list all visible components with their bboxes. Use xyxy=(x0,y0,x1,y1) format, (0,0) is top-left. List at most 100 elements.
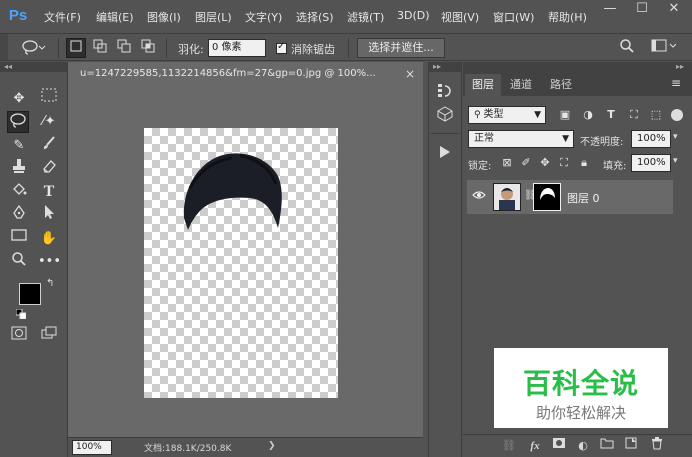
zoom-field[interactable]: 100% xyxy=(72,440,112,455)
eraser-tool-icon[interactable] xyxy=(38,158,60,180)
lock-artboard-icon[interactable]: ⛶ xyxy=(555,154,573,172)
antialias-checkbox[interactable] xyxy=(276,41,287,54)
fx-icon[interactable]: fx xyxy=(525,437,545,455)
new-layer-icon[interactable] xyxy=(621,437,641,455)
link-layers-icon[interactable]: ⛓ xyxy=(499,437,519,455)
layer-name[interactable]: 图层 0 xyxy=(567,190,600,206)
menu-filter[interactable]: 滤镜(T) xyxy=(347,9,384,25)
lock-transparent-icon[interactable]: ⊠ xyxy=(498,154,516,172)
new-selection-icon[interactable] xyxy=(66,38,86,58)
tab-paths[interactable]: 路径 xyxy=(543,74,579,96)
actions-play-icon[interactable] xyxy=(434,145,456,167)
toolbox-grip[interactable]: ◂◂ xyxy=(0,62,67,72)
subtract-selection-icon[interactable] xyxy=(114,38,134,58)
layers-bottom-toolbar: ⛓ fx ◐ xyxy=(463,434,692,457)
magic-wand-icon[interactable]: ⁄✦ xyxy=(38,111,60,133)
menu-help[interactable]: 帮助(H) xyxy=(548,9,587,25)
menu-bar: Ps 文件(F) 编辑(E) 图像(I) 图层(L) 文字(Y) 选择(S) 滤… xyxy=(0,0,692,33)
adjustment-layer-icon[interactable]: ◐ xyxy=(573,437,593,455)
menu-select[interactable]: 选择(S) xyxy=(296,9,334,25)
path-select-icon[interactable] xyxy=(38,204,60,226)
lasso-tool-icon[interactable] xyxy=(7,111,29,133)
lock-image-icon[interactable]: ✐ xyxy=(517,154,535,172)
tab-layers[interactable]: 图层 xyxy=(465,74,501,96)
stamp-tool-icon[interactable] xyxy=(8,158,30,180)
panel-menu-icon[interactable]: ≡ xyxy=(671,76,681,90)
layer-row[interactable]: ⛓ 图层 0 xyxy=(467,180,673,214)
history-icon[interactable] xyxy=(434,82,456,104)
search-icon[interactable] xyxy=(617,38,637,58)
filter-adjustment-icon[interactable]: ◑ xyxy=(579,106,597,124)
lasso-preset-icon[interactable] xyxy=(18,38,48,58)
watermark-title: 百科全说 xyxy=(522,367,639,400)
brush-tool-icon[interactable] xyxy=(38,135,60,157)
hand-tool-icon[interactable]: ✋ xyxy=(38,228,60,250)
add-selection-icon[interactable] xyxy=(90,38,110,58)
3d-panel-icon[interactable] xyxy=(434,106,456,128)
zoom-tool-icon[interactable] xyxy=(8,251,30,273)
swap-colors-icon[interactable]: ↰ xyxy=(46,278,54,289)
filter-toggle-icon[interactable] xyxy=(671,109,683,121)
default-colors-icon[interactable] xyxy=(15,308,27,322)
opacity-label: 不透明度: xyxy=(580,137,624,148)
status-menu-arrow[interactable]: ❯ xyxy=(268,441,276,451)
canvas-area[interactable] xyxy=(68,86,423,437)
delete-layer-icon[interactable] xyxy=(647,437,667,455)
paint-bucket-icon[interactable] xyxy=(8,181,30,203)
lock-all-icon[interactable]: 🔒︎ xyxy=(575,154,593,172)
menu-type[interactable]: 文字(Y) xyxy=(245,9,282,25)
blend-mode-select[interactable]: 正常 ▼ xyxy=(468,130,574,148)
watermark-subtitle: 助你轻松解决 xyxy=(535,404,626,422)
rectangle-tool-icon[interactable] xyxy=(8,228,30,250)
fill-input[interactable]: 100% xyxy=(631,154,671,172)
fill-dropdown-icon[interactable]: ▾ xyxy=(673,156,678,166)
select-and-mask-button[interactable]: 选择并遮住... xyxy=(357,38,445,58)
opacity-input[interactable]: 100% xyxy=(631,130,671,148)
filter-kind-value: 类型 xyxy=(483,109,504,120)
type-tool-icon[interactable]: T xyxy=(38,181,60,203)
menu-layer[interactable]: 图层(L) xyxy=(195,9,232,25)
visibility-eye-icon[interactable] xyxy=(472,190,486,203)
new-group-icon[interactable] xyxy=(597,437,617,455)
menu-image[interactable]: 图像(I) xyxy=(147,9,181,25)
workspace-icon[interactable] xyxy=(648,38,682,58)
options-grip[interactable] xyxy=(0,34,8,60)
watermark: 百科全说 助你轻松解决 xyxy=(494,348,668,428)
menu-edit[interactable]: 编辑(E) xyxy=(96,9,134,25)
more-tools-icon[interactable]: ••• xyxy=(38,251,61,273)
tab-channels[interactable]: 通道 xyxy=(503,74,539,96)
filter-shape-icon[interactable]: ⛶ xyxy=(625,106,643,124)
document-canvas[interactable] xyxy=(144,128,338,398)
layer-thumbnail[interactable] xyxy=(493,183,521,211)
filter-kind-select[interactable]: ⚲ 类型 ▼ xyxy=(468,106,546,124)
marquee-tool-icon[interactable] xyxy=(38,88,60,110)
screen-mode-icon[interactable] xyxy=(38,326,60,348)
minimize-button[interactable]: — xyxy=(594,0,626,20)
close-tab-icon[interactable]: × xyxy=(405,62,415,86)
filter-type-icon[interactable]: T xyxy=(602,106,620,124)
quick-mask-icon[interactable] xyxy=(8,326,30,348)
add-mask-icon[interactable] xyxy=(549,437,569,455)
foreground-color-swatch[interactable] xyxy=(19,283,41,305)
menu-file[interactable]: 文件(F) xyxy=(44,9,81,25)
dock-grip[interactable]: ▸▸ xyxy=(429,62,461,72)
lock-position-icon[interactable]: ✥ xyxy=(536,154,554,172)
document-tab-bar: u=1247229585,1132214856&fm=27&gp=0.jpg @… xyxy=(68,62,423,86)
eyedropper-icon[interactable]: ✎ xyxy=(8,135,30,157)
move-tool-icon[interactable]: ✥ xyxy=(8,88,30,110)
pen-tool-icon[interactable] xyxy=(8,204,30,226)
layers-panel-grip[interactable]: ▸▸ xyxy=(463,62,692,72)
menu-view[interactable]: 视图(V) xyxy=(441,9,479,25)
layer-mask-thumbnail[interactable] xyxy=(533,183,561,211)
opacity-dropdown-icon[interactable]: ▾ xyxy=(673,132,678,142)
menu-window[interactable]: 窗口(W) xyxy=(493,9,534,25)
document-tab[interactable]: u=1247229585,1132214856&fm=27&gp=0.jpg @… xyxy=(68,62,423,86)
menu-3d[interactable]: 3D(D) xyxy=(397,9,430,22)
intersect-selection-icon[interactable] xyxy=(138,38,158,58)
close-window-button[interactable]: ✕ xyxy=(658,0,690,20)
filter-pixel-icon[interactable]: ▣ xyxy=(556,106,574,124)
document-title: u=1247229585,1132214856&fm=27&gp=0.jpg @… xyxy=(80,68,376,79)
restore-button[interactable]: ☐ xyxy=(626,0,658,20)
feather-input[interactable]: 0 像素 xyxy=(208,39,266,57)
filter-smart-object-icon[interactable]: ⬚ xyxy=(647,106,665,124)
